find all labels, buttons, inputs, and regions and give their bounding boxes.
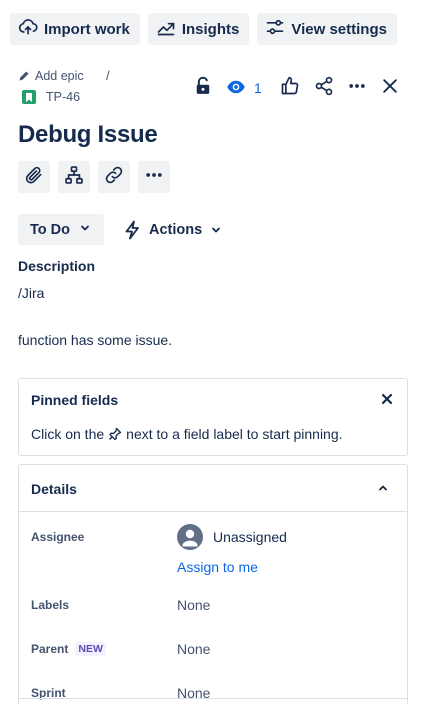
parent-label-row: Parent NEW bbox=[31, 642, 106, 656]
link-icon bbox=[104, 165, 124, 190]
watchers-count: 1 bbox=[254, 80, 262, 96]
add-child-issue-button[interactable] bbox=[58, 161, 90, 193]
more-icon bbox=[347, 76, 367, 101]
import-work-label: Import work bbox=[44, 20, 130, 38]
chevron-down-icon bbox=[210, 224, 222, 236]
new-badge: NEW bbox=[75, 642, 106, 656]
attach-button[interactable] bbox=[18, 161, 50, 193]
status-row: To Do Actions bbox=[18, 214, 222, 245]
description-heading: Description bbox=[18, 258, 96, 274]
issue-key-link[interactable]: TP-46 bbox=[18, 89, 84, 105]
more-icon bbox=[144, 165, 164, 190]
share-button[interactable] bbox=[312, 76, 336, 100]
view-settings-label: View settings bbox=[291, 20, 387, 38]
pinned-hint-after: next to a field label to start pinning. bbox=[126, 426, 343, 442]
assignee-field[interactable]: Unassigned bbox=[177, 524, 287, 550]
paperclip-icon bbox=[24, 165, 44, 190]
hierarchy-icon bbox=[64, 165, 84, 190]
pin-icon bbox=[108, 427, 122, 441]
close-icon bbox=[379, 391, 395, 407]
labels-value[interactable]: None bbox=[177, 597, 210, 613]
parent-label: Parent bbox=[31, 642, 69, 656]
chevron-down-icon bbox=[79, 222, 91, 238]
pinned-fields-title: Pinned fields bbox=[31, 392, 119, 408]
link-issue-button[interactable] bbox=[98, 161, 130, 193]
status-dropdown[interactable]: To Do bbox=[18, 214, 104, 245]
issue-quick-actions bbox=[18, 161, 170, 193]
restrictions-button[interactable] bbox=[193, 76, 213, 100]
assign-to-me-link[interactable]: Assign to me bbox=[177, 559, 258, 575]
pencil-icon bbox=[18, 70, 30, 82]
add-epic-link[interactable]: Add epic bbox=[18, 68, 84, 84]
insights-button[interactable]: Insights bbox=[147, 13, 250, 45]
story-icon bbox=[22, 90, 36, 104]
actions-label: Actions bbox=[149, 221, 203, 238]
close-icon bbox=[380, 76, 400, 101]
assignee-value: Unassigned bbox=[213, 529, 287, 545]
lightning-icon bbox=[123, 220, 141, 240]
more-apps-button[interactable] bbox=[138, 161, 170, 193]
issue-title[interactable]: Debug Issue bbox=[18, 121, 158, 149]
insights-label: Insights bbox=[181, 20, 240, 38]
issue-header-actions: 1 bbox=[193, 76, 402, 100]
parent-value[interactable]: None bbox=[177, 641, 210, 657]
description-line[interactable]: /Jira bbox=[18, 285, 44, 301]
eye-icon bbox=[226, 77, 246, 100]
avatar-icon bbox=[177, 524, 203, 550]
details-header[interactable]: Details bbox=[19, 465, 407, 512]
divider bbox=[18, 698, 408, 699]
pinned-fields-panel: Pinned fields Click on the next to a fie… bbox=[18, 378, 408, 456]
thumbs-up-icon bbox=[280, 76, 300, 101]
labels-label: Labels bbox=[31, 598, 70, 612]
add-epic-label: Add epic bbox=[35, 69, 84, 83]
unlock-icon bbox=[193, 76, 213, 101]
assignee-label: Assignee bbox=[31, 530, 85, 544]
status-label: To Do bbox=[30, 221, 70, 238]
actions-dropdown[interactable]: Actions bbox=[123, 220, 222, 240]
watch-button[interactable]: 1 bbox=[226, 76, 272, 100]
details-panel: Details Assignee Unassigned Assign to me… bbox=[18, 464, 408, 704]
import-work-button[interactable]: Import work bbox=[10, 13, 140, 45]
sliders-icon bbox=[265, 17, 285, 41]
chevron-up-icon bbox=[377, 482, 389, 494]
view-settings-button[interactable]: View settings bbox=[257, 13, 397, 45]
close-issue-button[interactable] bbox=[378, 76, 402, 100]
breadcrumb-separator: / bbox=[106, 68, 110, 83]
breadcrumb: Add epic TP-46 bbox=[18, 68, 84, 105]
pinned-hint-before: Click on the bbox=[31, 426, 105, 442]
share-icon bbox=[314, 76, 334, 101]
issue-key: TP-46 bbox=[46, 90, 81, 104]
details-title: Details bbox=[31, 481, 77, 497]
cloud-upload-icon bbox=[18, 17, 38, 41]
dismiss-pinned-button[interactable] bbox=[379, 391, 395, 407]
description-line[interactable]: function has some issue. bbox=[18, 332, 172, 348]
top-toolbar: Import work Insights View settings bbox=[10, 13, 397, 45]
insights-chart-icon bbox=[156, 17, 176, 41]
vote-button[interactable] bbox=[278, 76, 302, 100]
pinned-fields-hint: Click on the next to a field label to st… bbox=[31, 426, 343, 442]
more-actions-button[interactable] bbox=[345, 76, 369, 100]
